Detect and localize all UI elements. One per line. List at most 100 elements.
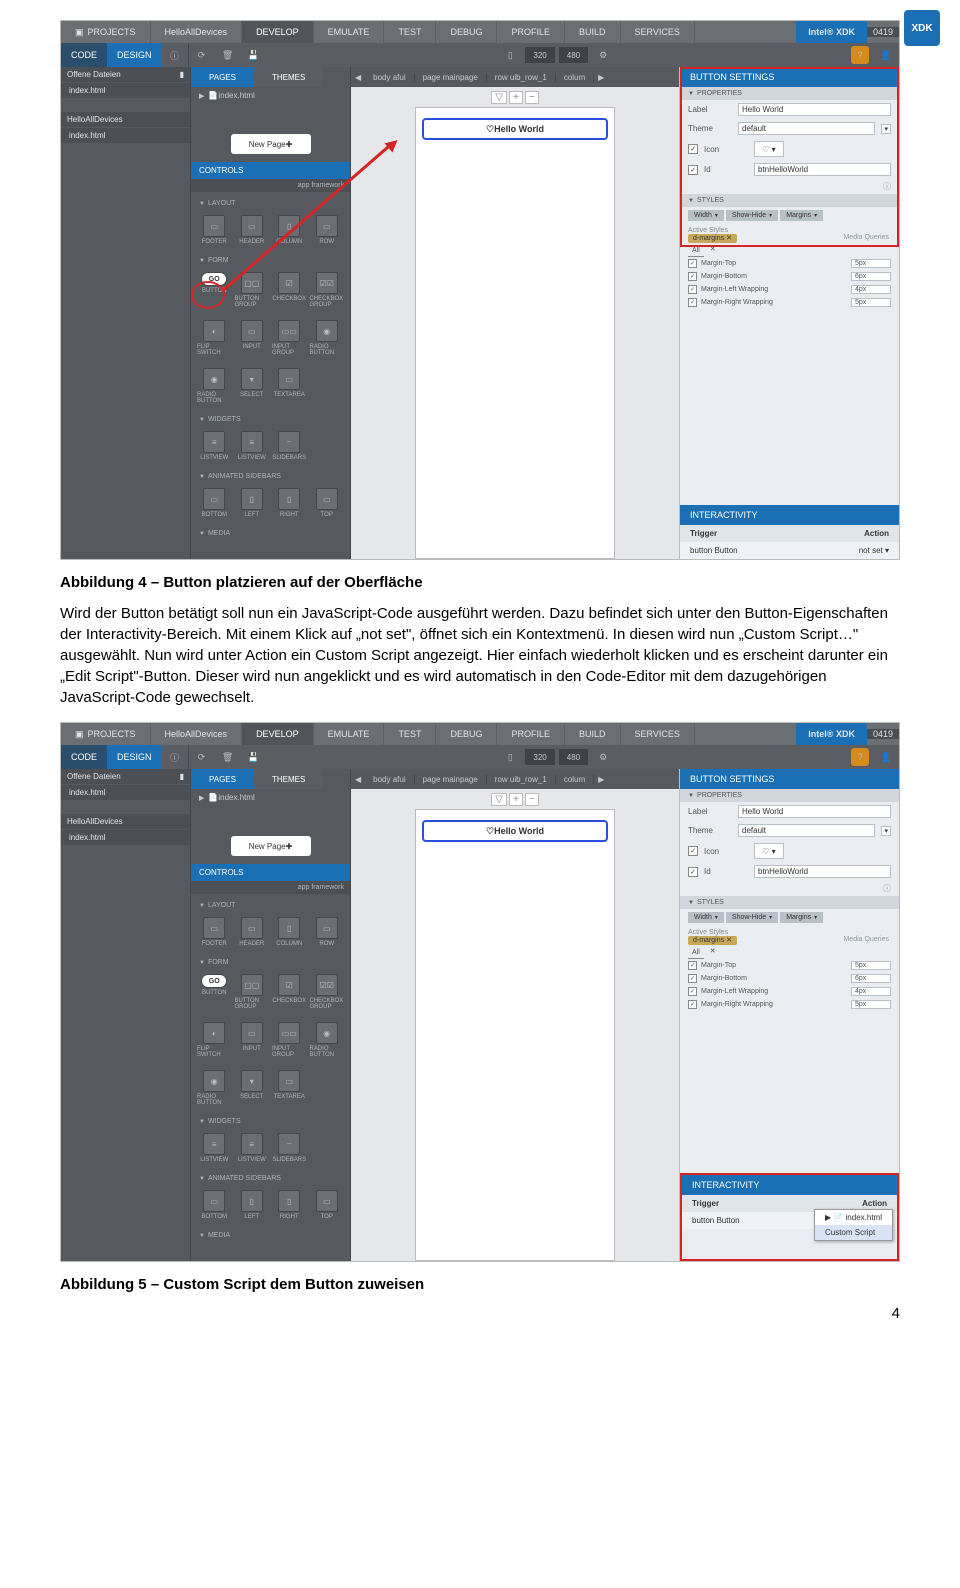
tab-test[interactable]: TEST <box>384 21 436 43</box>
tab-pages[interactable]: PAGES <box>191 769 254 789</box>
ctrl-sb-top[interactable]: ▭TOP <box>310 488 345 518</box>
ctrl-sb-left[interactable]: ▯LEFT <box>235 488 270 518</box>
action-value[interactable]: not set ▾ <box>859 546 889 555</box>
crumb-row[interactable]: row uib_row_1 <box>487 73 556 82</box>
refresh-icon[interactable]: ⟳ <box>193 46 211 64</box>
dim-h[interactable]: 480 <box>559 749 588 765</box>
id-input[interactable] <box>754 865 891 878</box>
icon-checkbox[interactable]: ✓ <box>688 144 698 154</box>
theme-input[interactable] <box>738 122 875 135</box>
tab-themes[interactable]: THEMES <box>254 67 323 87</box>
trash-icon[interactable]: 🗑 <box>219 46 237 64</box>
ctrl-checkbox[interactable]: ☑CHECKBOX <box>272 272 307 308</box>
sub-media[interactable]: ▼MEDIA <box>195 528 346 539</box>
id-input[interactable] <box>754 163 891 176</box>
sb-showhide[interactable]: Show-Hide▾ <box>726 210 778 221</box>
device-icon[interactable]: ▯ <box>501 46 519 64</box>
open-file-1[interactable]: index.html <box>61 82 190 98</box>
tab-all[interactable]: All <box>688 245 704 257</box>
dim-w[interactable]: 320 <box>525 749 554 765</box>
user-icon[interactable]: 👤 <box>877 748 895 766</box>
ctrl-radiobutton[interactable]: ◉RADIO BUTTON <box>197 368 232 404</box>
ctrl-sb-bottom[interactable]: ▭BOTTOM <box>197 488 232 518</box>
mode-design[interactable]: DESIGN <box>107 745 162 769</box>
ctrl-listview2[interactable]: ≡LISTVIEW <box>235 431 270 461</box>
hello-world-button[interactable]: ♡ Hello World <box>422 820 608 842</box>
trash-icon[interactable]: 🗑 <box>219 748 237 766</box>
sb-showhide[interactable]: Show-Hide▾ <box>726 912 778 923</box>
tab-themes[interactable]: THEMES <box>254 769 323 789</box>
projects-tab[interactable]: ▣ PROJECTS <box>61 723 151 745</box>
sub-widgets[interactable]: ▼WIDGETS <box>195 414 346 425</box>
gear-icon[interactable]: ⚙ <box>594 748 612 766</box>
crumb-page[interactable]: page mainpage <box>415 73 487 82</box>
user-icon[interactable]: 👤 <box>877 46 895 64</box>
dropdown-item-customscript[interactable]: Custom Script <box>815 1225 892 1240</box>
theme-dd-icon[interactable]: ▾ <box>881 124 891 134</box>
tab-build[interactable]: BUILD <box>565 723 621 745</box>
project-file-1[interactable]: index.html <box>61 127 190 143</box>
device-icon[interactable]: ▯ <box>501 748 519 766</box>
sb-width[interactable]: Width▾ <box>688 912 724 923</box>
ctrl-header[interactable]: ▭HEADER <box>235 215 270 245</box>
gear-icon[interactable]: ⚙ <box>594 46 612 64</box>
tab-services[interactable]: SERVICES <box>621 21 695 43</box>
icon-picker[interactable]: ♡ ▾ <box>754 141 784 157</box>
tab-profile[interactable]: PROFILE <box>497 21 565 43</box>
tab-develop[interactable]: DEVELOP <box>242 21 314 43</box>
ctrl-listview1[interactable]: ≡LISTVIEW <box>197 431 232 461</box>
tab-services[interactable]: SERVICES <box>621 723 695 745</box>
sub-form[interactable]: ▼FORM <box>195 255 346 266</box>
tab-develop[interactable]: DEVELOP <box>242 723 314 745</box>
ctrl-radio[interactable]: ◉RADIO BUTTON <box>310 320 345 356</box>
sub-styles[interactable]: ▼STYLES <box>680 194 899 207</box>
id-checkbox[interactable]: ✓ <box>688 165 698 175</box>
sb-width[interactable]: Width▾ <box>688 210 724 221</box>
ctrl-checkboxgroup[interactable]: ☑☑CHECKBOX GROUP <box>310 272 345 308</box>
open-file-1[interactable]: index.html <box>61 784 190 800</box>
phone-canvas[interactable]: ♡ Hello World <box>415 107 615 559</box>
project-name[interactable]: HelloAllDevices <box>151 21 243 43</box>
dim-h[interactable]: 480 <box>559 47 588 63</box>
tab-emulate[interactable]: EMULATE <box>314 21 385 43</box>
label-input[interactable] <box>738 103 891 116</box>
tab-all[interactable]: All <box>688 947 704 959</box>
ctrl-input[interactable]: ▭INPUT <box>235 320 270 356</box>
theme-input[interactable] <box>738 824 875 837</box>
ctrl-slidebars[interactable]: ⎯SLIDEBARS <box>272 431 307 461</box>
mode-code[interactable]: CODE <box>61 43 107 67</box>
ctrl-textarea[interactable]: ▭TEXTAREA <box>272 368 307 404</box>
tab-test[interactable]: TEST <box>384 723 436 745</box>
crumb-body[interactable]: body afui <box>365 73 414 82</box>
ctrl-sb-right[interactable]: ▯RIGHT <box>272 488 307 518</box>
tab-profile[interactable]: PROFILE <box>497 723 565 745</box>
help-icon[interactable]: ? <box>851 46 869 64</box>
canvas-tools[interactable]: ▽+− <box>351 87 679 107</box>
tab-build[interactable]: BUILD <box>565 21 621 43</box>
dropdown-item-index[interactable]: ▶ 📄 index.html <box>815 1210 892 1225</box>
tab-debug[interactable]: DEBUG <box>436 723 497 745</box>
project-name[interactable]: HelloAllDevices <box>151 723 243 745</box>
save-icon[interactable]: 💾 <box>245 46 263 64</box>
tab-emulate[interactable]: EMULATE <box>314 723 385 745</box>
help-icon[interactable]: ? <box>851 748 869 766</box>
save-icon[interactable]: 💾 <box>245 748 263 766</box>
sb-margins[interactable]: Margins▾ <box>780 912 823 923</box>
dim-w[interactable]: 320 <box>525 47 554 63</box>
page-index[interactable]: ▶📄 index.html <box>191 87 350 104</box>
ctrl-flipswitch[interactable]: ◐FLIP SWITCH <box>197 320 232 356</box>
style-tag[interactable]: d-margins ✕ <box>688 234 737 243</box>
ctrl-footer[interactable]: ▭FOOTER <box>197 215 232 245</box>
sb-margins[interactable]: Margins▾ <box>780 210 823 221</box>
tab-pages[interactable]: PAGES <box>191 67 254 87</box>
ctrl-row[interactable]: ▭ROW <box>310 215 345 245</box>
sub-sidebars[interactable]: ▼ANIMATED SIDEBARS <box>195 471 346 482</box>
label-input[interactable] <box>738 805 891 818</box>
mode-code[interactable]: CODE <box>61 745 107 769</box>
projects-tab[interactable]: ▣ PROJECTS <box>61 21 151 43</box>
project-file-1[interactable]: index.html <box>61 829 190 845</box>
ctrl-select[interactable]: ▾SELECT <box>235 368 270 404</box>
tab-close[interactable]: ✕ <box>710 245 716 257</box>
crumb-col[interactable]: colum <box>556 73 594 82</box>
action-dropdown[interactable]: ▶ 📄 index.html Custom Script <box>814 1209 893 1241</box>
